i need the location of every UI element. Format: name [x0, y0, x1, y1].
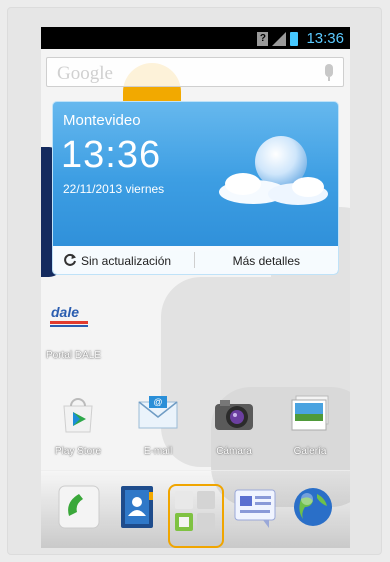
app-label: Play Store: [54, 446, 102, 457]
app-label: E-mail: [143, 446, 173, 457]
dale-icon[interactable]: dale: [49, 301, 89, 329]
mic-icon[interactable]: [325, 64, 333, 81]
more-details-button[interactable]: Más detalles: [233, 254, 300, 268]
shortcut-label-portal-dale: Portal DALE: [46, 350, 102, 361]
app-drawer-highlight: [168, 484, 224, 548]
svg-text:@: @: [153, 397, 162, 407]
footer-divider: [194, 252, 195, 268]
battery-icon: [290, 31, 299, 46]
widget-clock: 13:36: [61, 134, 162, 176]
app-email[interactable]: @ E-mail: [127, 392, 189, 482]
sim-unknown-icon: ?: [257, 31, 269, 46]
sync-status-button[interactable]: Sin actualización: [81, 254, 171, 268]
gallery-icon: [288, 392, 332, 436]
play-store-icon: [56, 392, 100, 436]
phone-icon[interactable]: [57, 484, 101, 530]
camera-icon: [212, 392, 256, 436]
widget-date: 22/11/2013 viernes: [63, 182, 165, 196]
status-time: 13:36: [306, 30, 344, 47]
home-screen: ? 13:36 Google Montevideo 13:36 22/11/20…: [41, 27, 350, 548]
weather-city: Montevideo: [63, 112, 141, 129]
widget-footer: Sin actualización Más detalles: [53, 246, 338, 274]
app-gallery[interactable]: Galería: [279, 392, 341, 482]
app-camera[interactable]: Cámara: [203, 392, 265, 482]
contacts-icon[interactable]: [115, 484, 159, 530]
messages-icon[interactable]: [233, 484, 277, 530]
signal-icon: [272, 31, 287, 46]
browser-icon[interactable]: [291, 484, 335, 530]
app-label: Cámara: [216, 446, 252, 457]
status-bar: ? 13:36: [41, 27, 350, 49]
svg-text:dale: dale: [51, 304, 79, 320]
weather-widget[interactable]: Montevideo 13:36 22/11/2013 viernes Sin …: [52, 101, 339, 275]
refresh-icon[interactable]: [63, 253, 77, 267]
app-label: Galería: [293, 446, 327, 457]
google-logo: Google: [57, 63, 113, 84]
app-play-store[interactable]: Play Store: [47, 392, 109, 482]
partly-cloudy-icon: [219, 136, 328, 205]
google-search-bar[interactable]: Google: [46, 57, 344, 87]
email-icon: @: [136, 392, 180, 436]
